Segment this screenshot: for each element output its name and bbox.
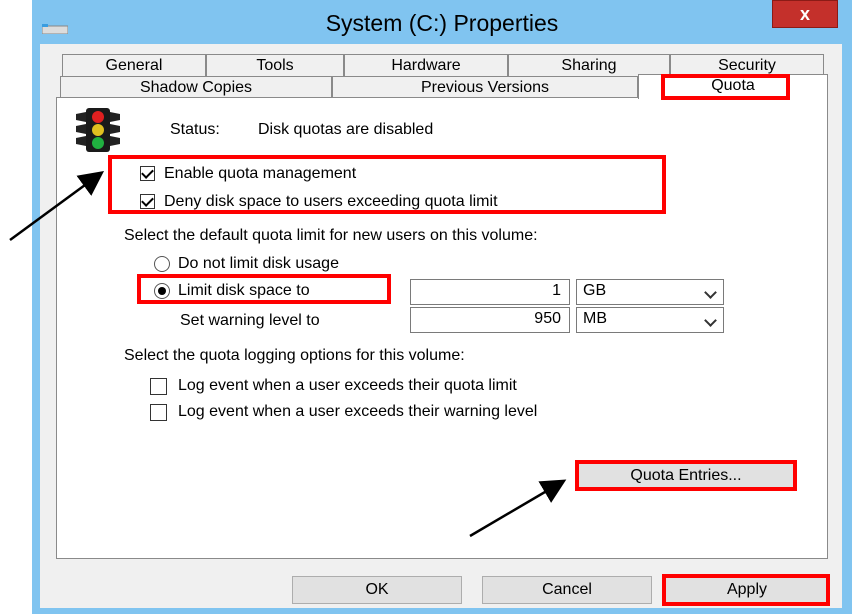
annotation-arrows bbox=[9, 171, 567, 538]
